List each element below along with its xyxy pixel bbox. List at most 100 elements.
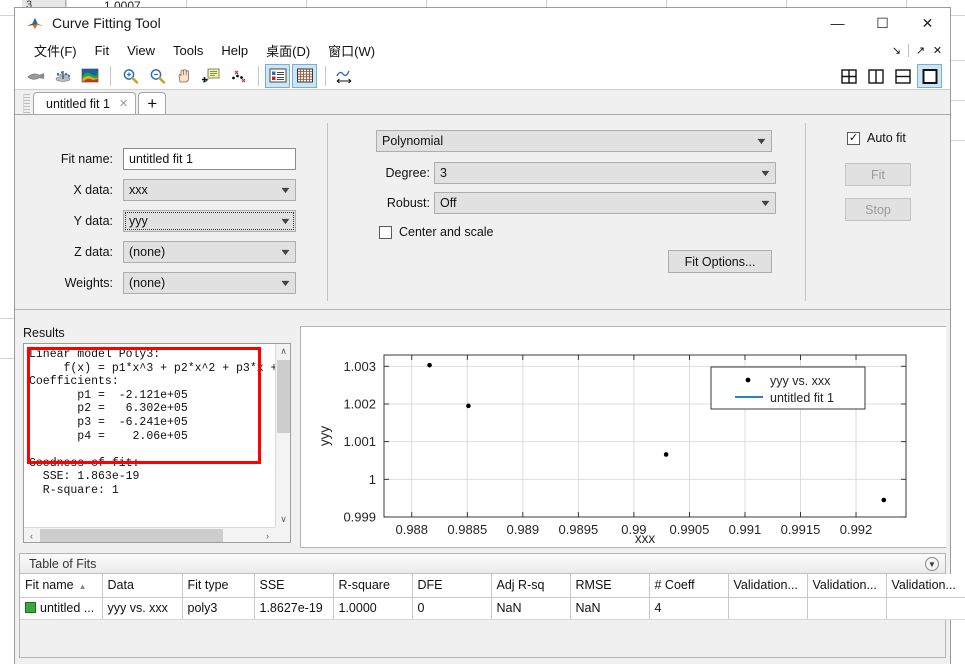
toolbar-divider xyxy=(110,65,111,86)
cell-num-coeff[interactable]: 4 xyxy=(649,597,729,620)
legend-label-fit: untitled fit 1 xyxy=(770,391,834,405)
scroll-up-arrow-icon[interactable]: ∧ xyxy=(276,344,291,359)
close-button[interactable]: ✕ xyxy=(905,8,950,38)
menu-item-view[interactable]: View xyxy=(118,41,164,60)
collapse-panel-icon[interactable]: ▼ xyxy=(925,557,939,571)
surface-plot-icon[interactable] xyxy=(77,64,102,88)
auto-fit-checkbox[interactable]: ✓ xyxy=(847,131,860,145)
scroll-down-arrow-icon[interactable]: ∨ xyxy=(276,512,291,527)
column-header-num-coeff[interactable]: # Coeff xyxy=(649,574,729,598)
dock-arrow-icon[interactable]: ↘ xyxy=(888,38,905,62)
results-vertical-scroll-thumb[interactable] xyxy=(277,360,290,433)
cell-sse[interactable]: 1.8627e-19 xyxy=(254,597,334,620)
exclude-outliers-points-icon[interactable] xyxy=(225,64,250,88)
results-vertical-scrollbar[interactable]: ∧ ∨ xyxy=(275,344,290,527)
column-header-sse[interactable]: SSE xyxy=(254,574,334,598)
panel-close-icon[interactable]: ✕ xyxy=(929,38,946,62)
column-header-fit-type[interactable]: Fit type xyxy=(182,574,255,598)
center-and-scale-checkbox[interactable] xyxy=(379,225,392,239)
layout-single-icon[interactable] xyxy=(917,64,942,88)
tab-untitled-fit-1[interactable]: untitled fit 1 ✕ xyxy=(33,92,137,114)
cell-fit-type[interactable]: poly3 xyxy=(182,597,255,620)
fit-options-button[interactable]: Fit Options... xyxy=(668,250,772,273)
pan-icon[interactable] xyxy=(171,64,196,88)
zoom-out-icon[interactable] xyxy=(144,64,169,88)
data-cursor-icon[interactable] xyxy=(198,64,223,88)
menu-item-desktop[interactable]: 桌面(D) xyxy=(257,39,319,62)
column-header-fit-name[interactable]: Fit name ▲ xyxy=(20,574,103,598)
y-tick-label: 1 xyxy=(369,472,376,487)
grid-toggle-icon[interactable] xyxy=(292,63,317,88)
weights-select[interactable]: (none) ▼ xyxy=(123,272,296,294)
chevron-down-icon: ▼ xyxy=(758,168,773,178)
menu-item-window[interactable]: 窗口(W) xyxy=(319,39,384,62)
chevron-down-icon: ▼ xyxy=(754,136,769,146)
tab-close-icon[interactable]: ✕ xyxy=(119,97,128,110)
column-header-dfe[interactable]: DFE xyxy=(412,574,492,598)
exclude-outliers-icon[interactable] xyxy=(50,64,75,88)
cell-fit-name[interactable]: untitled ... xyxy=(20,597,103,620)
column-header-data[interactable]: Data xyxy=(102,574,183,598)
fit-button[interactable]: Fit xyxy=(845,163,911,186)
menu-item-fit[interactable]: Fit xyxy=(86,41,118,60)
fit-data-icon[interactable] xyxy=(23,64,48,88)
legend-toggle-icon[interactable] xyxy=(265,63,290,88)
column-header-adj-r-sq[interactable]: Adj R-sq xyxy=(491,574,571,598)
fit-plot[interactable]: 0.999 1 1.001 1.002 1.003 0.988 0.9885 0.989 0.… xyxy=(301,327,946,547)
axes-limits-icon[interactable] xyxy=(332,64,357,88)
menubar-right-controls: ↘ ↗ ✕ xyxy=(888,38,946,62)
add-tab-button[interactable]: + xyxy=(138,92,167,114)
table-row[interactable]: untitled ... yyy vs. xxx poly3 1.8627e-1… xyxy=(20,597,965,620)
title-bar: Curve Fitting Tool — ☐ ✕ xyxy=(15,8,950,38)
robust-select[interactable]: Off ▼ xyxy=(434,192,776,214)
minimize-button[interactable]: — xyxy=(815,8,860,38)
menu-item-file[interactable]: 文件(F) xyxy=(25,39,86,62)
cell-rmse[interactable]: NaN xyxy=(570,597,650,620)
column-header-validation-3[interactable]: Validation... xyxy=(886,574,965,598)
menu-item-tools[interactable]: Tools xyxy=(164,41,212,60)
layout-quad-icon[interactable] xyxy=(836,64,861,88)
x-data-value: xxx xyxy=(129,183,148,197)
stop-button[interactable]: Stop xyxy=(845,198,911,221)
fit-configuration-panel: Fit name: untitled fit 1 X data: xxx ▼ Y… xyxy=(15,115,950,310)
tab-strip-gripper[interactable] xyxy=(23,94,30,113)
undock-arrow-icon[interactable]: ↗ xyxy=(912,38,929,62)
plot-x-axis-label: xxx xyxy=(635,531,656,546)
legend-marker-scatter xyxy=(745,377,751,383)
menu-item-help[interactable]: Help xyxy=(212,41,257,60)
cell-validation-1[interactable] xyxy=(728,597,808,620)
column-header-validation-1[interactable]: Validation... xyxy=(728,574,808,598)
column-header-rmse[interactable]: RMSE xyxy=(570,574,650,598)
plot-panel[interactable]: 0.999 1 1.001 1.002 1.003 0.988 0.9885 0.989 0.… xyxy=(300,326,946,548)
maximize-button[interactable]: ☐ xyxy=(860,8,905,38)
center-and-scale-row[interactable]: Center and scale xyxy=(379,225,494,239)
weights-value: (none) xyxy=(129,276,166,290)
auto-fit-row[interactable]: ✓ Auto fit xyxy=(847,131,906,145)
zoom-in-icon[interactable] xyxy=(117,64,142,88)
layout-horizontal-split-icon[interactable] xyxy=(890,64,915,88)
results-title: Results xyxy=(23,326,65,340)
x-data-select[interactable]: xxx ▼ xyxy=(123,179,296,201)
scroll-right-arrow-icon[interactable]: › xyxy=(260,528,275,543)
cell-adj-r-sq[interactable]: NaN xyxy=(491,597,571,620)
fit-type-select[interactable]: Polynomial ▼ xyxy=(376,130,772,152)
cell-validation-3[interactable] xyxy=(886,597,965,620)
cell-validation-2[interactable] xyxy=(807,597,887,620)
cell-r-square[interactable]: 1.0000 xyxy=(333,597,413,620)
fit-name-input[interactable]: untitled fit 1 xyxy=(123,148,296,170)
cell-data[interactable]: yyy vs. xxx xyxy=(102,597,183,620)
layout-vertical-split-icon[interactable] xyxy=(863,64,888,88)
x-tick-label: 0.989 xyxy=(507,522,540,537)
results-horizontal-scroll-thumb[interactable] xyxy=(40,529,223,542)
column-header-r-square[interactable]: R-square xyxy=(333,574,413,598)
results-output-box[interactable]: Linear model Poly3: f(x) = p1*x^3 + p2*x… xyxy=(23,343,291,543)
scroll-left-arrow-icon[interactable]: ‹ xyxy=(24,528,39,543)
weights-row: Weights: (none) ▼ xyxy=(41,272,296,294)
column-header-validation-2[interactable]: Validation... xyxy=(807,574,887,598)
degree-select[interactable]: 3 ▼ xyxy=(434,162,776,184)
y-data-select[interactable]: yyy ▼ xyxy=(123,210,296,232)
cell-dfe[interactable]: 0 xyxy=(412,597,492,620)
plot-legend[interactable]: yyy vs. xxx untitled fit 1 xyxy=(710,366,866,410)
z-data-select[interactable]: (none) ▼ xyxy=(123,241,296,263)
results-horizontal-scrollbar[interactable]: ‹ › xyxy=(24,527,275,542)
